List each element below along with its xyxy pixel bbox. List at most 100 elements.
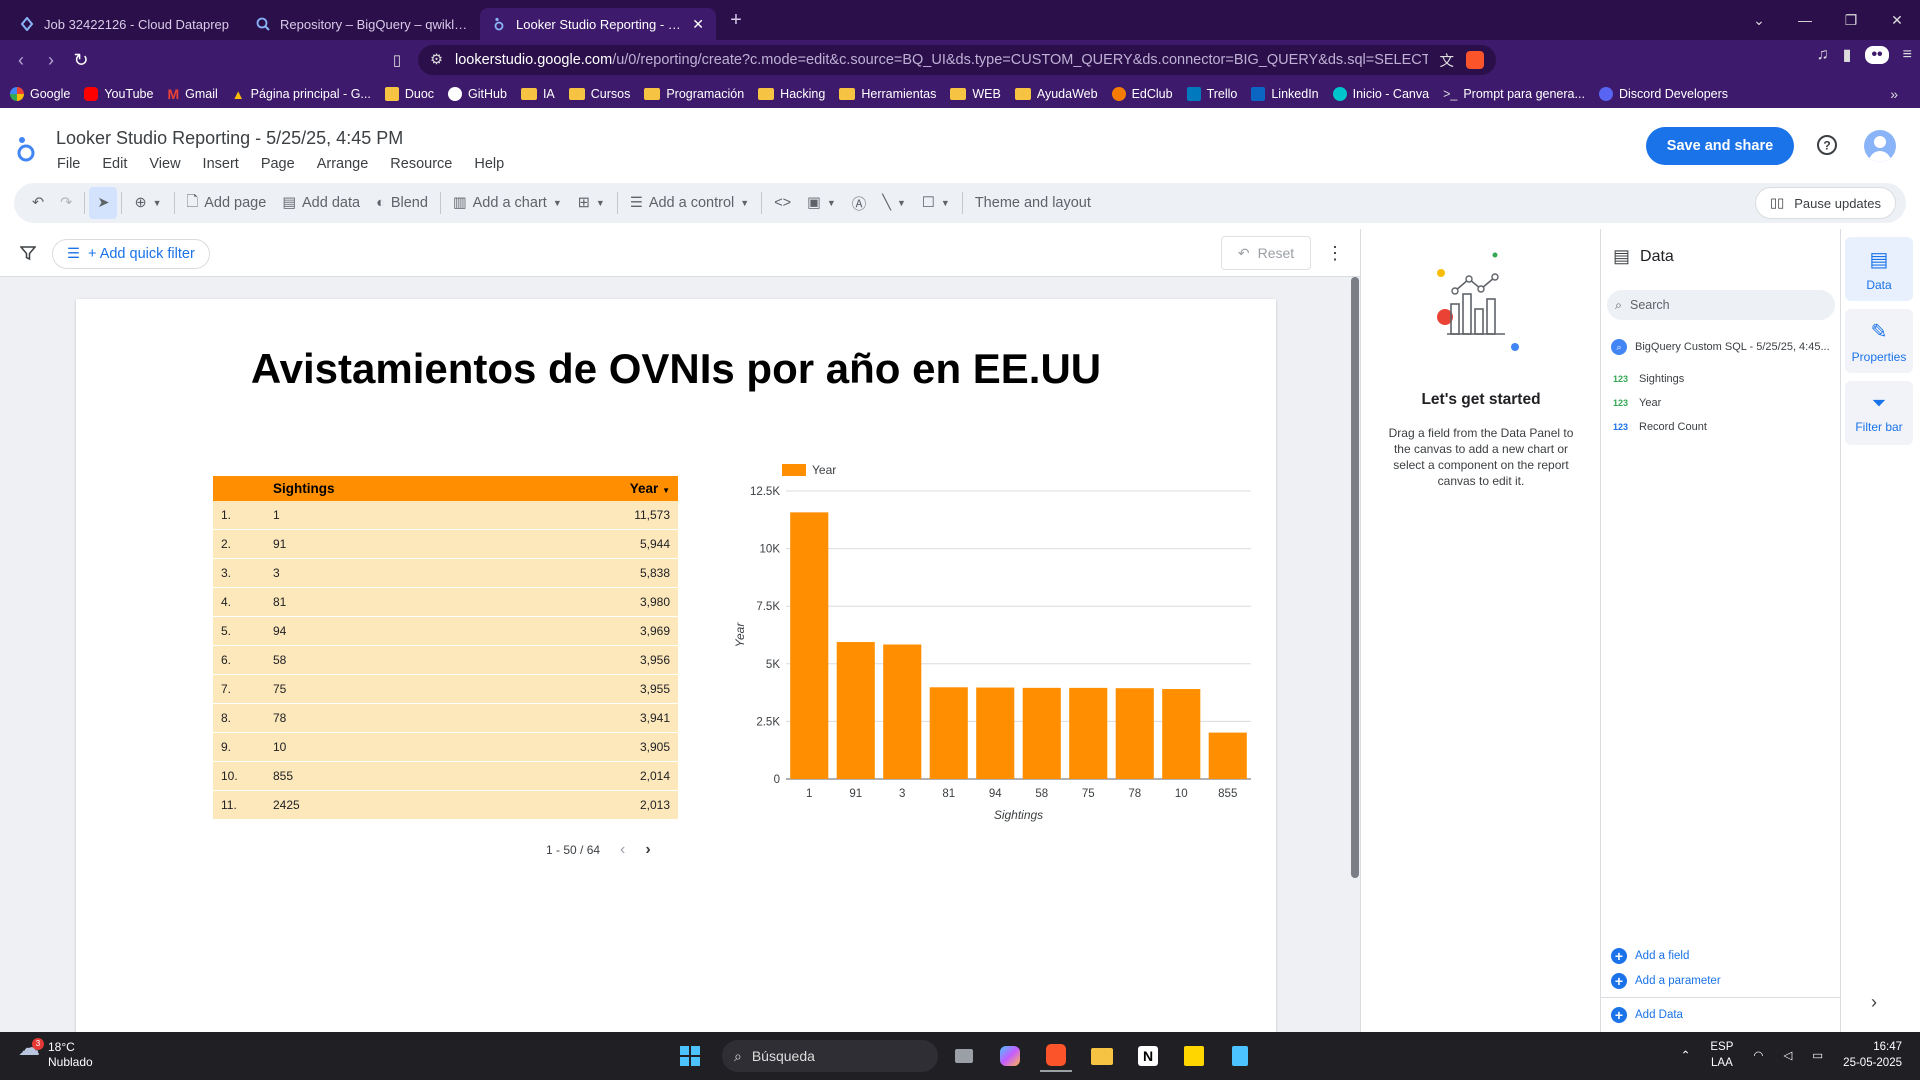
weather-widget[interactable]: ☁ 3 18°C Nublado (18, 1037, 93, 1070)
menu-view[interactable]: View (149, 156, 180, 172)
sticky-notes-icon[interactable] (1178, 1040, 1210, 1072)
bookmark-discord[interactable]: Discord Developers (1598, 87, 1728, 101)
minimize-button[interactable]: — (1782, 0, 1828, 40)
report-name[interactable]: Looker Studio Reporting - 5/25/25, 4:45 … (56, 128, 403, 149)
report-title-text[interactable]: Avistamientos de OVNIs por año en EE.UU (76, 345, 1276, 393)
menu-insert[interactable]: Insert (203, 156, 239, 172)
bookmark-folder-herramientas[interactable]: Herramientas (839, 87, 936, 101)
next-page-icon[interactable]: › (645, 841, 650, 859)
bookmark-github[interactable]: GitHub (448, 87, 507, 101)
browser-tab-dataprep[interactable]: Job 32422126 - Cloud Dataprep (8, 8, 244, 40)
forward-button[interactable]: › (36, 45, 66, 75)
embed-code-icon[interactable]: <> (766, 187, 799, 219)
wifi-icon[interactable]: ◠ (1753, 1048, 1763, 1062)
notepad-icon[interactable] (1224, 1040, 1256, 1072)
task-view-icon[interactable] (948, 1040, 980, 1072)
add-parameter-link[interactable]: + Add a parameter (1611, 973, 1721, 989)
table-row[interactable]: 7. 75 3,955 (213, 675, 678, 704)
menu-page[interactable]: Page (261, 156, 295, 172)
add-quick-filter-button[interactable]: ☰ + Add quick filter (52, 239, 210, 269)
menu-file[interactable]: File (57, 156, 80, 172)
file-explorer-icon[interactable] (1086, 1040, 1118, 1072)
clock[interactable]: 16:47 25-05-2025 (1843, 1039, 1902, 1071)
add-control-button[interactable]: ☰ Add a control ▼ (622, 187, 757, 219)
bookmark-edclub[interactable]: EdClub (1111, 87, 1173, 101)
more-bookmarks-icon[interactable]: » (1890, 86, 1898, 102)
add-field-link[interactable]: + Add a field (1611, 948, 1689, 964)
canvas-scrollbar[interactable] (1351, 277, 1359, 878)
data-source-item[interactable]: ⌕ BigQuery Custom SQL - 5/25/25, 4:45... (1611, 339, 1837, 355)
add-page-button[interactable]: 🗋 Add page (179, 187, 275, 219)
bookmark-folder-ayudaweb[interactable]: AyudaWeb (1014, 87, 1098, 101)
bookmark-folder-cursos[interactable]: Cursos (568, 87, 630, 101)
bookmark-folder-ia[interactable]: IA (520, 87, 555, 101)
bookmark-folder-web[interactable]: WEB (950, 87, 1001, 101)
menu-icon[interactable]: ≡ (1903, 46, 1912, 64)
show-hidden-icons[interactable]: ⌃ (1681, 1048, 1691, 1062)
text-box-icon[interactable]: Ⓐ (844, 187, 875, 219)
reload-button[interactable]: ↻ (66, 45, 96, 75)
table-row[interactable]: 2. 91 5,944 (213, 530, 678, 559)
collapse-panel-icon[interactable]: › (1871, 992, 1877, 1013)
bookmark-folder-programacion[interactable]: Programación (644, 87, 744, 101)
battery-icon[interactable]: ▭ (1812, 1048, 1823, 1062)
data-table[interactable]: Sightings Year ▼ 1. 1 11,573 2. 91 5,944 3. 3 5,… (213, 476, 678, 820)
input-language[interactable]: ESP LAA (1710, 1039, 1733, 1071)
table-row[interactable]: 1. 1 11,573 (213, 501, 678, 530)
table-row[interactable]: 10. 855 2,014 (213, 762, 678, 791)
tab-filter-bar[interactable]: ⏷ Filter bar (1845, 381, 1913, 445)
field-record-count[interactable]: 123 Record Count (1613, 421, 1707, 433)
tab-data[interactable]: ▤ Data (1845, 237, 1913, 301)
bookmark-youtube[interactable]: YouTube (84, 87, 153, 101)
menu-arrange[interactable]: Arrange (317, 156, 369, 172)
field-sightings[interactable]: 123 Sightings (1613, 373, 1684, 385)
filter-icon[interactable] (20, 245, 36, 261)
bar-chart[interactable]: Year 0 2.5K 5K 7.5K 10K 12.5K 1 91 3 81 94 58 75 78 10 8… (726, 459, 1266, 839)
reset-button[interactable]: ↶ Reset (1221, 236, 1311, 270)
restore-button[interactable]: ❐ (1828, 0, 1874, 40)
table-row[interactable]: 3. 3 5,838 (213, 559, 678, 588)
prev-page-icon[interactable]: ‹ (620, 841, 625, 859)
notion-icon[interactable]: N (1132, 1040, 1164, 1072)
bookmark-canva[interactable]: Inicio - Canva (1332, 87, 1429, 101)
line-button[interactable]: ╲ ▼ (874, 187, 914, 219)
community-viz-button[interactable]: ⊞ ▼ (570, 187, 613, 219)
browser-tab-bigquery[interactable]: Repository – BigQuery – qwiklabs-g (244, 8, 480, 40)
menu-help[interactable]: Help (474, 156, 504, 172)
brave-browser-icon[interactable] (1040, 1040, 1072, 1072)
data-search-field[interactable]: ⌕ Search (1607, 290, 1835, 320)
bookmark-trello[interactable]: Trello (1186, 87, 1237, 101)
table-row[interactable]: 4. 81 3,980 (213, 588, 678, 617)
bookmark-duoc[interactable]: Duoc (384, 87, 434, 101)
media-icon[interactable]: ♫ (1817, 46, 1829, 64)
wallet-icon[interactable]: •• (1865, 46, 1889, 64)
add-chart-button[interactable]: ▥ Add a chart ▼ (445, 187, 570, 219)
table-row[interactable]: 5. 94 3,969 (213, 617, 678, 646)
bookmark-prompt[interactable]: >_ Prompt para genera... (1443, 87, 1585, 101)
menu-resource[interactable]: Resource (390, 156, 452, 172)
year-column-header[interactable]: Year ▼ (558, 481, 678, 496)
tab-search-icon[interactable]: ⌄ (1736, 0, 1782, 40)
translate-icon[interactable]: 文 (1440, 50, 1455, 71)
table-row[interactable]: 6. 58 3,956 (213, 646, 678, 675)
bookmark-drive[interactable]: ▲ Página principal - G... (232, 87, 371, 102)
undo-icon[interactable]: ↶ (24, 187, 52, 219)
brave-shield-icon[interactable] (1466, 51, 1484, 69)
blend-button[interactable]: ◐ Blend (368, 187, 436, 219)
help-icon[interactable]: ? (1816, 134, 1838, 156)
pause-updates-button[interactable]: ▯▯ Pause updates (1754, 187, 1896, 219)
back-button[interactable]: ‹ (6, 45, 36, 75)
windows-start-icon[interactable] (674, 1040, 706, 1072)
close-tab-icon[interactable]: ✕ (692, 16, 704, 33)
tab-properties[interactable]: ✎ Properties (1845, 309, 1913, 373)
copilot-icon[interactable] (994, 1040, 1026, 1072)
sidebar-icon[interactable]: ▮ (1843, 45, 1852, 65)
table-row[interactable]: 11. 2425 2,013 (213, 791, 678, 820)
close-window-button[interactable]: ✕ (1874, 0, 1920, 40)
url-bar[interactable]: ⚙ lookerstudio.google.com/u/0/reporting/… (418, 45, 1496, 75)
account-avatar[interactable] (1864, 130, 1896, 162)
sightings-column-header[interactable]: Sightings (273, 481, 558, 496)
select-pointer-icon[interactable]: ➤ (89, 187, 118, 219)
browser-tab-looker[interactable]: Looker Studio Reporting - 5/25 ✕ (480, 8, 716, 40)
bookmark-linkedin[interactable]: LinkedIn (1251, 87, 1319, 101)
